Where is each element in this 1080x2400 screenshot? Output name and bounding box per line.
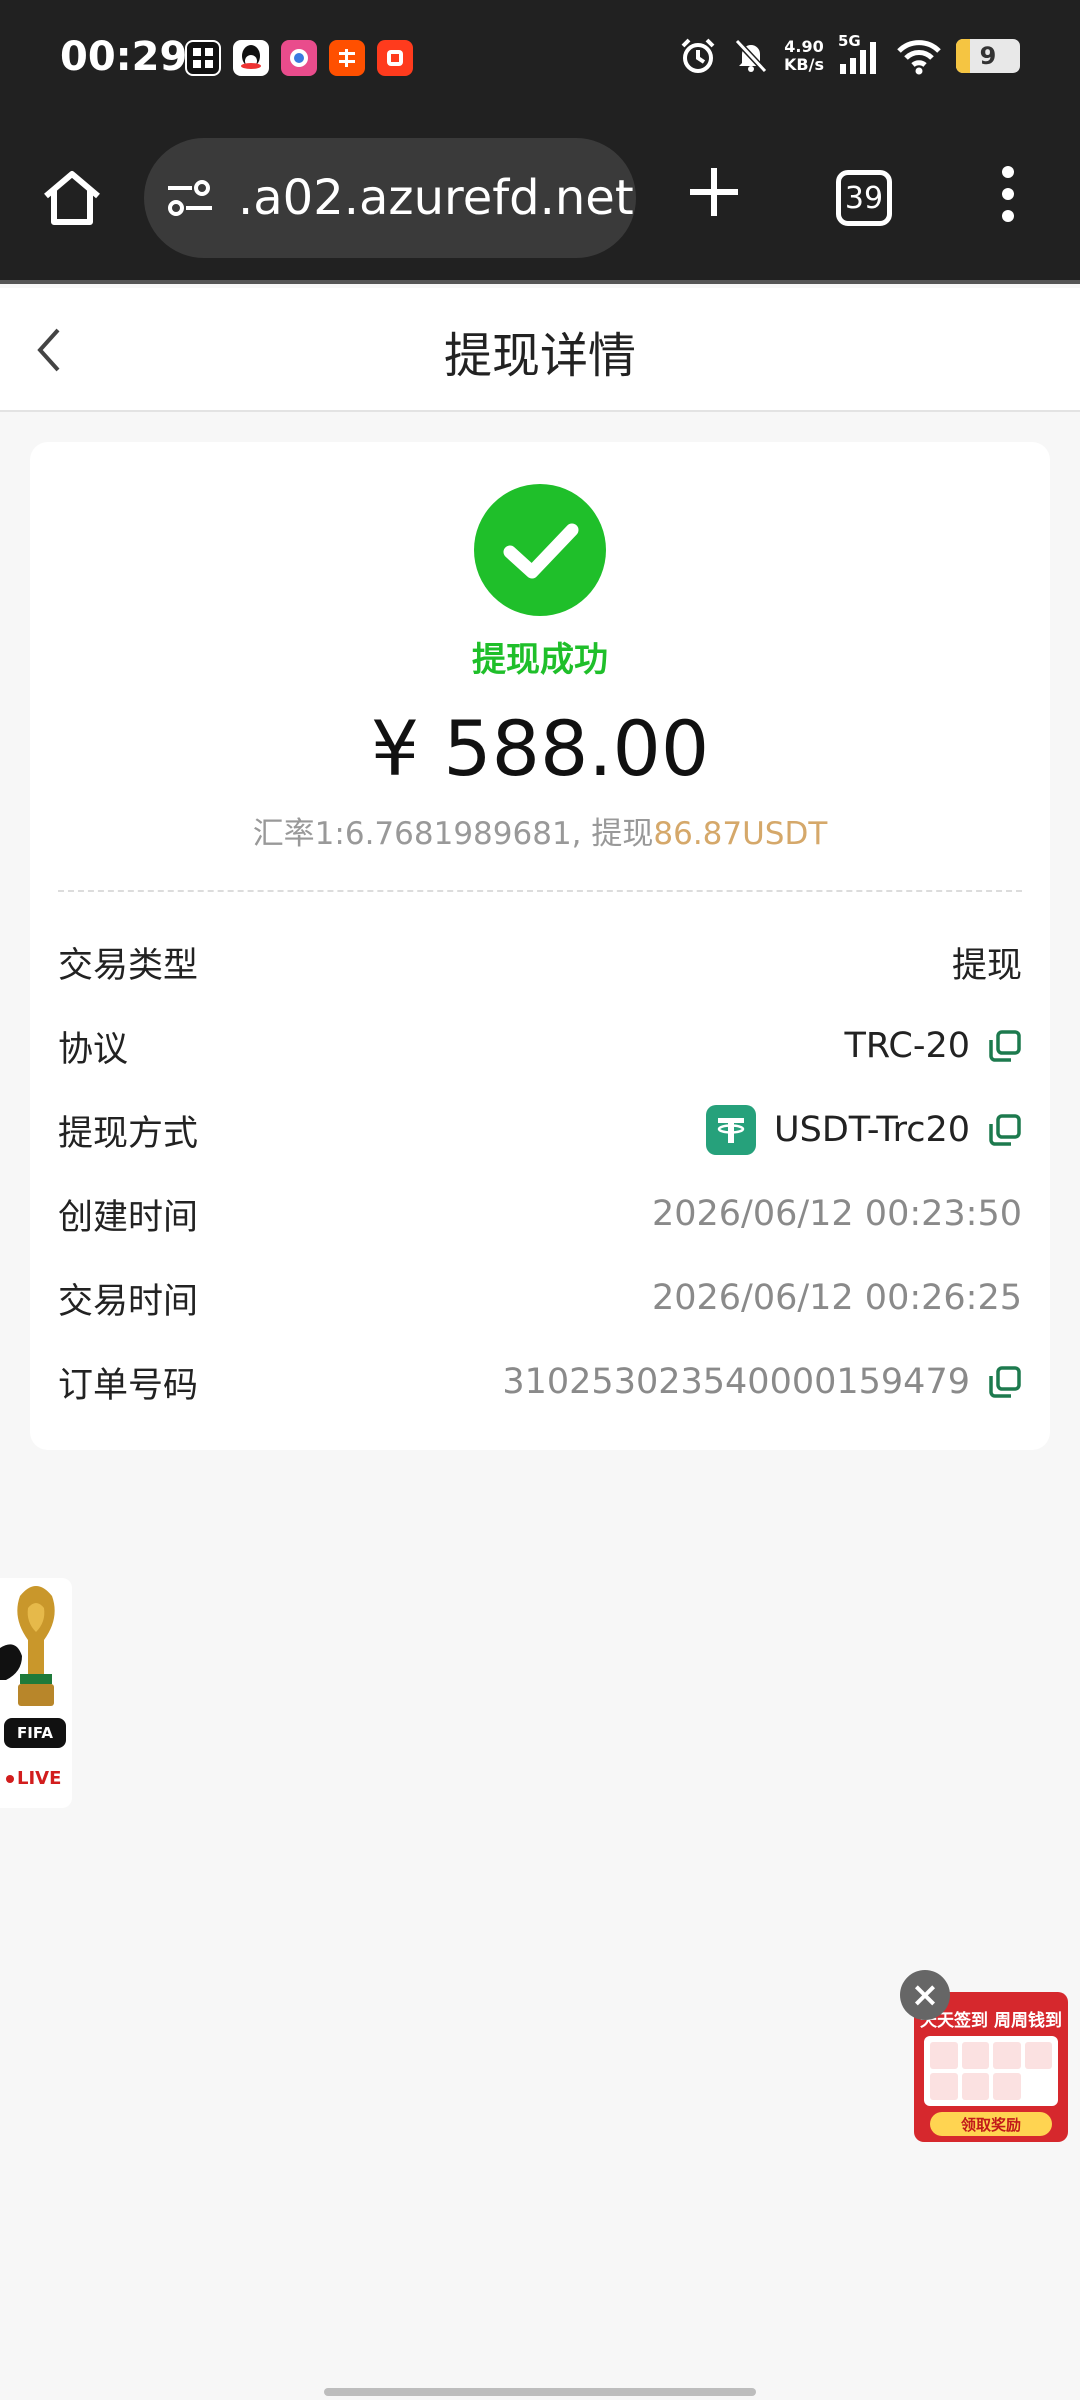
dashed-divider (58, 890, 1022, 892)
app-notification-icon (185, 40, 221, 76)
world-cup-trophy-icon (0, 1586, 55, 1706)
detail-value: TRC-20 (844, 1026, 1022, 1066)
status-text: 提现成功 (472, 640, 608, 680)
detail-row-withdraw-method: 提现方式 USDT-Trc20 (58, 1100, 1022, 1160)
site-settings-icon[interactable] (166, 178, 214, 218)
withdrawal-amount: ¥ 588.00 (370, 704, 710, 793)
signal-icon (840, 42, 876, 74)
copy-icon[interactable] (988, 1365, 1022, 1399)
page-title: 提现详情 (443, 328, 636, 384)
battery-indicator: 9 (956, 39, 1020, 73)
detail-label: 创建时间 (58, 1197, 199, 1238)
detail-label: 交易类型 (58, 945, 199, 986)
detail-value: USDT-Trc20 (705, 1105, 1022, 1155)
status-right: 4.90 KB/s 5G 9 (678, 32, 1020, 76)
battery-level: 9 (979, 42, 997, 70)
alarm-icon (681, 38, 715, 73)
order-number-value: 310253023540000159479 (502, 1362, 970, 1402)
status-time: 00:29 (60, 34, 188, 80)
checkin-day-cell (961, 2042, 989, 2069)
home-indicator[interactable] (324, 2388, 756, 2396)
detail-row-created-time: 创建时间 2026/06/12 00:23:50 (58, 1184, 1022, 1244)
fifa-badge: FIFA (4, 1718, 66, 1748)
checkin-day-cell (930, 2073, 958, 2100)
detail-row-order-number: 订单号码 310253023540000159479 (58, 1352, 1022, 1412)
claim-reward-button[interactable]: 领取奖励 (930, 2112, 1052, 2136)
withdrawal-detail-card: 提现成功 ¥ 588.00 汇率1:6.7681989681, 提现86.87U… (30, 442, 1050, 1450)
detail-value: 2026/06/12 00:26:25 (652, 1278, 1022, 1318)
transaction-type-value: 提现 (951, 945, 1022, 986)
usdt-amount: 86.87USDT (653, 816, 828, 852)
checkin-day-cell (1024, 2042, 1052, 2069)
tab-switcher-button[interactable]: 39 (836, 170, 892, 226)
detail-row-protocol: 协议 TRC-20 (58, 1016, 1022, 1076)
detail-value: 提现 (952, 937, 1022, 988)
detail-label: 订单号码 (58, 1365, 199, 1406)
exchange-rate-text: 汇率1:6.7681989681, 提现 (252, 816, 654, 852)
taobao-notification-icon (329, 40, 365, 76)
copy-icon[interactable] (988, 1113, 1022, 1147)
success-check-icon (474, 484, 606, 616)
close-icon[interactable]: × (900, 1970, 950, 2020)
withdraw-method-value: USDT-Trc20 (773, 1110, 970, 1150)
home-icon[interactable] (40, 166, 104, 230)
qq-notification-icon (233, 40, 269, 76)
mute-bell-icon (734, 38, 768, 74)
net-speed: 4.90 KB/s (784, 38, 824, 74)
created-time-value: 2026/06/12 00:23:50 (651, 1194, 1022, 1234)
page-header: 提现详情 (0, 288, 1080, 412)
checkin-day-cell (993, 2073, 1021, 2100)
tether-icon (705, 1105, 756, 1155)
detail-label: 提现方式 (58, 1113, 199, 1154)
live-label: LIVE (6, 1768, 61, 1789)
checkin-day-cell (961, 2073, 989, 2100)
detail-value: 310253023540000159479 (502, 1362, 1022, 1402)
status-bar: 00:29 4.90 KB/s 5G 9 (0, 0, 1080, 120)
new-tab-icon[interactable] (686, 164, 742, 220)
url-bar[interactable]: .a02.azurefd.net (144, 138, 636, 258)
exchange-rate-line: 汇率1:6.7681989681, 提现86.87USDT (30, 808, 1050, 853)
more-options-icon[interactable] (990, 164, 1026, 224)
checkin-promo-widget[interactable]: × 天天签到 周周钱到 领取奖励 (900, 1970, 1072, 2146)
detail-row-transaction-time: 交易时间 2026/06/12 00:26:25 (58, 1268, 1022, 1328)
detail-row-transaction-type: 交易类型 提现 (58, 932, 1022, 992)
transaction-time-value: 2026/06/12 00:26:25 (651, 1278, 1022, 1318)
net-speed-value: 4.90 (784, 37, 824, 56)
checkin-day-cell (930, 2042, 958, 2069)
app-notification-icon (377, 40, 413, 76)
live-text: LIVE (17, 1768, 62, 1789)
notification-icons (185, 40, 413, 76)
app-notification-icon (281, 40, 317, 76)
checkin-day-cell (993, 2042, 1021, 2069)
fifa-live-widget[interactable]: FIFA LIVE (0, 1578, 72, 1808)
detail-label: 交易时间 (58, 1281, 199, 1322)
detail-value: 2026/06/12 00:23:50 (652, 1194, 1022, 1234)
copy-icon[interactable] (988, 1029, 1022, 1063)
wifi-icon (897, 40, 941, 75)
signal-strength: 5G (838, 32, 882, 76)
net-speed-unit: KB/s (784, 55, 824, 74)
protocol-value: TRC-20 (844, 1026, 970, 1066)
detail-label: 协议 (58, 1029, 129, 1070)
url-text[interactable]: .a02.azurefd.net (238, 170, 634, 226)
browser-toolbar: .a02.azurefd.net 39 (0, 120, 1080, 284)
checkin-grid (924, 2036, 1058, 2106)
